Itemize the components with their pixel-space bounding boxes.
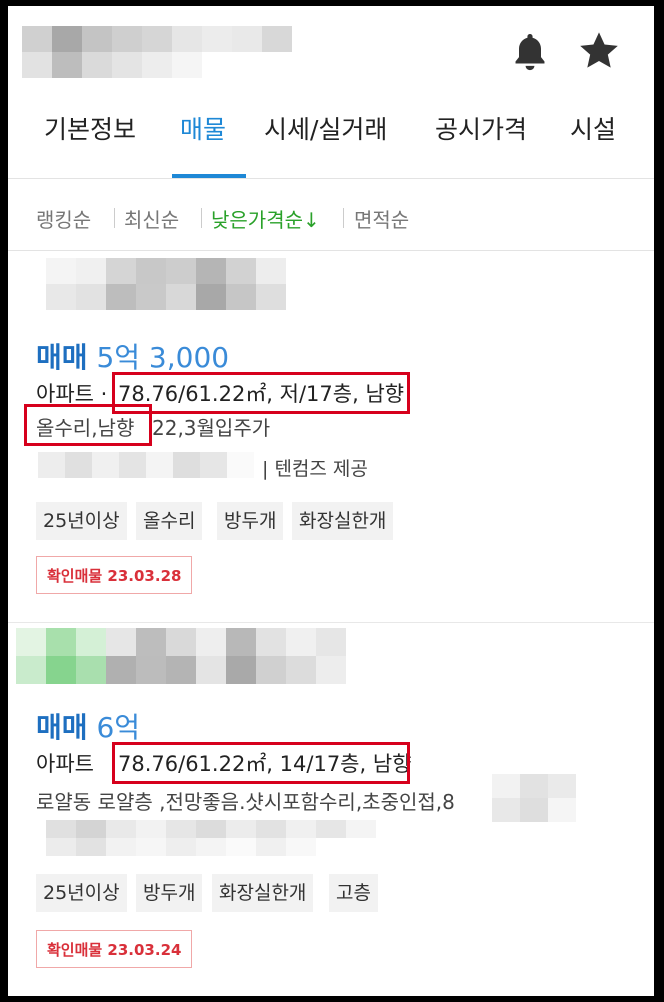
- tag: 25년이상: [36, 502, 127, 540]
- tab-facilities[interactable]: 시설: [570, 110, 616, 146]
- listing-description: 22,3월입주가: [152, 416, 271, 440]
- specs-highlight-box: [112, 372, 410, 414]
- blurred-agency-name: [46, 820, 376, 856]
- property-type: 아파트: [36, 752, 94, 776]
- tag: 방두개: [217, 502, 284, 540]
- price-amount: 5억 3,000: [96, 341, 230, 374]
- blurred-listing-name: [46, 258, 286, 310]
- blurred-agency-name: [38, 452, 254, 478]
- deal-type: 매매: [36, 341, 88, 374]
- sort-lowest-price[interactable]: 낮은가격순↓: [211, 204, 320, 233]
- sort-ranking[interactable]: 랭킹순: [36, 204, 91, 233]
- listing-description: 로얄동 로얄층 ,전망좋음.샷시포함수리,초중인접,8: [36, 790, 455, 814]
- blurred-complex-name: [22, 26, 292, 78]
- listing-price: 매매 6억: [36, 706, 140, 746]
- tag: 화장실한개: [212, 874, 314, 912]
- tab-bar: 기본정보 매물 시세/실거래 공시가격 시설: [8, 104, 654, 179]
- tab-basic-info[interactable]: 기본정보: [44, 110, 136, 146]
- app-frame: 기본정보 매물 시세/실거래 공시가격 시설 랭킹순 최신순 낮은가격순↓ 면적…: [8, 6, 654, 996]
- header: [8, 6, 654, 90]
- sort-newest[interactable]: 최신순: [124, 204, 179, 233]
- sort-divider: [201, 208, 202, 228]
- listing-price: 매매 5억 3,000: [36, 336, 229, 376]
- description-highlight-box: [24, 404, 152, 446]
- tag: 방두개: [136, 874, 203, 912]
- listing-card[interactable]: 매매 6억 아파트 78.76/61.22㎡, 14/17층, 남향 로얄동 로…: [8, 626, 654, 992]
- data-provider: | 텐컴즈 제공: [262, 458, 368, 480]
- confirmed-listing-badge: 확인매물 23.03.24: [36, 930, 193, 968]
- confirmed-listing-badge: 확인매물 23.03.28: [36, 556, 193, 594]
- sort-area[interactable]: 면적순: [354, 204, 409, 233]
- tag: 25년이상: [36, 874, 127, 912]
- listing-divider: [8, 622, 654, 623]
- sort-divider: [114, 208, 115, 228]
- star-icon[interactable]: [576, 28, 622, 74]
- tag: 올수리: [136, 502, 203, 540]
- price-amount: 6억: [96, 711, 141, 744]
- blurred-listing-name: [16, 628, 346, 684]
- tab-listings[interactable]: 매물: [180, 110, 226, 146]
- specs-highlight-box: [112, 742, 410, 784]
- deal-type: 매매: [36, 711, 88, 744]
- sort-divider: [343, 208, 344, 228]
- tab-public-price[interactable]: 공시가격: [435, 110, 527, 146]
- tag: 화장실한개: [292, 502, 394, 540]
- bell-icon[interactable]: [508, 30, 552, 74]
- sort-bar: 랭킹순 최신순 낮은가격순↓ 면적순: [8, 192, 654, 251]
- active-tab-indicator: [172, 174, 246, 178]
- tab-market-price[interactable]: 시세/실거래: [264, 110, 387, 146]
- tag: 고층: [329, 874, 378, 912]
- listing-card[interactable]: 매매 5억 3,000 아파트 · 78.76/61.22㎡, 저/17층, 남…: [8, 256, 654, 622]
- blurred-description-end: [492, 774, 576, 822]
